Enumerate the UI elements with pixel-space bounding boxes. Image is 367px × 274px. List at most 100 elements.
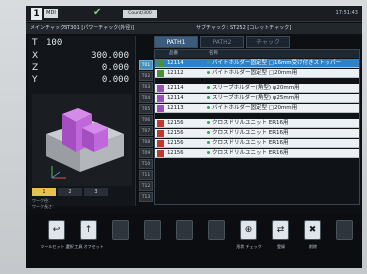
table-row[interactable]: 12156 クロスドリルユニット ER16用 (155, 149, 359, 158)
holder-icon (157, 60, 164, 67)
function-key-5[interactable] (176, 220, 193, 240)
station-tab[interactable]: T11 (139, 170, 153, 180)
row-code: 12114 (167, 95, 184, 101)
arrow-up-icon: ↑ (84, 225, 93, 235)
row-name: スリーブホルダー(角型) φ25mm用 (212, 95, 300, 101)
station-tab[interactable]: T05 (139, 104, 153, 114)
status-dot-icon (207, 86, 210, 89)
row-name-cell: クロスドリルユニット ER16用 (207, 139, 357, 148)
row-code: 12156 (167, 130, 184, 136)
axis-x-value: 300.000 (91, 51, 129, 61)
function-key-bar: ↩ ツールセット 選択 ↑ 工具 オフセット ⊕ 形状 チェック ⇄ 登録 ✖ … (26, 214, 362, 268)
fkey-label: 工具 オフセット (74, 244, 104, 249)
row-name-cell: クロスドリルユニット ER16用 (207, 149, 357, 158)
status-dot-icon (207, 151, 210, 154)
status-bar: 1 MDI ✔ Count/300 17:51:43 (26, 6, 362, 22)
drill-icon (157, 130, 164, 137)
view-tab-2[interactable]: 2 (58, 188, 82, 196)
path-tabs: PATH1 PATH2 チャック (154, 36, 360, 48)
tool-station-tabs: T01 T02 T03 T04 T05 T06 T07 T08 T09 T10 … (139, 60, 153, 210)
axis-y-value: 0.000 (101, 75, 129, 85)
mode-number: 1 (31, 8, 42, 20)
view-tab-1[interactable]: 1 (32, 188, 56, 196)
row-name-cell: バイトホルダー固定型 □20mm用 (207, 69, 357, 78)
row-name-cell: バイトホルダー固定型 □20mm用 (207, 104, 357, 113)
station-tab[interactable]: T08 (139, 137, 153, 147)
station-tab[interactable]: T03 (139, 82, 153, 92)
row-name: クロスドリルユニット ER16用 (212, 120, 289, 126)
status-dot-icon (207, 131, 210, 134)
table-row[interactable]: 12156 クロスドリルユニット ER16用 (155, 129, 359, 138)
row-code: 12156 (167, 150, 184, 156)
table-row[interactable]: 12114 スリーブホルダー(角型) φ25mm用 (155, 94, 359, 103)
station-tab[interactable]: T13 (139, 192, 153, 202)
row-name: バイトホルダー固定型 □20mm用 (212, 105, 298, 111)
station-tab[interactable]: T01 (139, 60, 153, 70)
row-code: 12113 (167, 105, 184, 111)
row-code: 12112 (167, 70, 184, 76)
axis-z-label: Z (32, 63, 39, 73)
status-dot-icon (207, 121, 210, 124)
function-key-3[interactable] (112, 220, 129, 240)
function-key-10[interactable] (336, 220, 353, 240)
drill-icon (157, 150, 164, 157)
station-tab[interactable]: T12 (139, 181, 153, 191)
table-row[interactable]: 12114 バイトホルダー固定型 □16mm受け付きストッパー (155, 59, 359, 68)
table-row[interactable]: 12156 クロスドリルユニット ER16用 (155, 119, 359, 128)
view-tabs: 1 2 3 (32, 188, 132, 196)
status-dot-icon (207, 96, 210, 99)
column-header-code: 品番 (169, 51, 178, 56)
status-dot-icon (207, 141, 210, 144)
axis-y-label: Y (32, 75, 38, 85)
tool-offset-button[interactable]: ↑ (80, 220, 97, 240)
row-code: 12114 (167, 60, 184, 66)
table-row[interactable]: 12114 スリーブホルダー(角型) φ20mm用 (155, 84, 359, 93)
station-tab[interactable]: T02 (139, 71, 153, 81)
mode-indicator[interactable]: MDI (44, 9, 58, 18)
part-model-icon (32, 94, 132, 186)
table-row[interactable]: 12156 クロスドリルユニット ER16用 (155, 139, 359, 148)
sub-chuck-label: サブチャック： (196, 25, 231, 31)
shape-check-button[interactable]: ⊕ (240, 220, 257, 240)
sub-chuck-value: ST252 [コレットチャック] (230, 25, 292, 31)
status-dot-icon (207, 71, 210, 74)
table-row[interactable]: 12112 バイトホルダー固定型 □20mm用 (155, 69, 359, 78)
row-name: クロスドリルユニット ER16用 (212, 140, 289, 146)
view-tab-3[interactable]: 3 (84, 188, 108, 196)
tab-path1[interactable]: PATH1 (154, 36, 198, 48)
function-key-6[interactable] (208, 220, 225, 240)
station-tab[interactable]: T10 (139, 159, 153, 169)
part-3d-view[interactable] (32, 94, 132, 186)
station-tab[interactable]: T06 (139, 115, 153, 125)
tool-table: 品番 名称 12114 バイトホルダー固定型 □16mm受け付きストッパー 1211… (154, 49, 360, 205)
status-dot-icon (207, 106, 210, 109)
fkey-label: 削除 (309, 244, 317, 249)
program-counter[interactable]: Count/300 (123, 10, 157, 18)
tool-set-select-button[interactable]: ↩ (48, 220, 65, 240)
delete-button[interactable]: ✖ (304, 220, 321, 240)
station-tab[interactable]: T07 (139, 126, 153, 136)
row-name-cell: クロスドリルユニット ER16用 (207, 119, 357, 128)
table-header: 品番 名称 (155, 50, 359, 58)
clock: 17:51:43 (335, 10, 358, 16)
main-chuck-value: ST301 [パワーチャック(外径)] (64, 25, 135, 31)
sleeve-icon (157, 85, 164, 92)
function-key-4[interactable] (144, 220, 161, 240)
tool-number: 100 (46, 38, 63, 48)
table-row[interactable]: 12113 バイトホルダー固定型 □20mm用 (155, 104, 359, 113)
tab-path2[interactable]: PATH2 (200, 36, 244, 48)
station-tab[interactable]: T04 (139, 93, 153, 103)
row-name: バイトホルダー固定型 □20mm用 (212, 70, 298, 76)
return-icon: ↩ (52, 225, 61, 235)
tab-chuck[interactable]: チャック (246, 36, 290, 48)
register-button[interactable]: ⇄ (272, 220, 289, 240)
chuck-info-bar: メインチャック： ST301 [パワーチャック(外径)] サブチャック： ST2… (26, 23, 362, 34)
tool-label: T (32, 38, 38, 48)
status-dot-icon (207, 61, 210, 64)
sleeve-icon (157, 105, 164, 112)
row-code: 12156 (167, 120, 184, 126)
axis-x-label: X (32, 51, 39, 61)
tooling-panel: PATH1 PATH2 チャック 品番 名称 12114 バイトホルダー固定型 □… (154, 36, 360, 206)
delete-icon: ✖ (308, 225, 317, 235)
station-tab[interactable]: T09 (139, 148, 153, 158)
